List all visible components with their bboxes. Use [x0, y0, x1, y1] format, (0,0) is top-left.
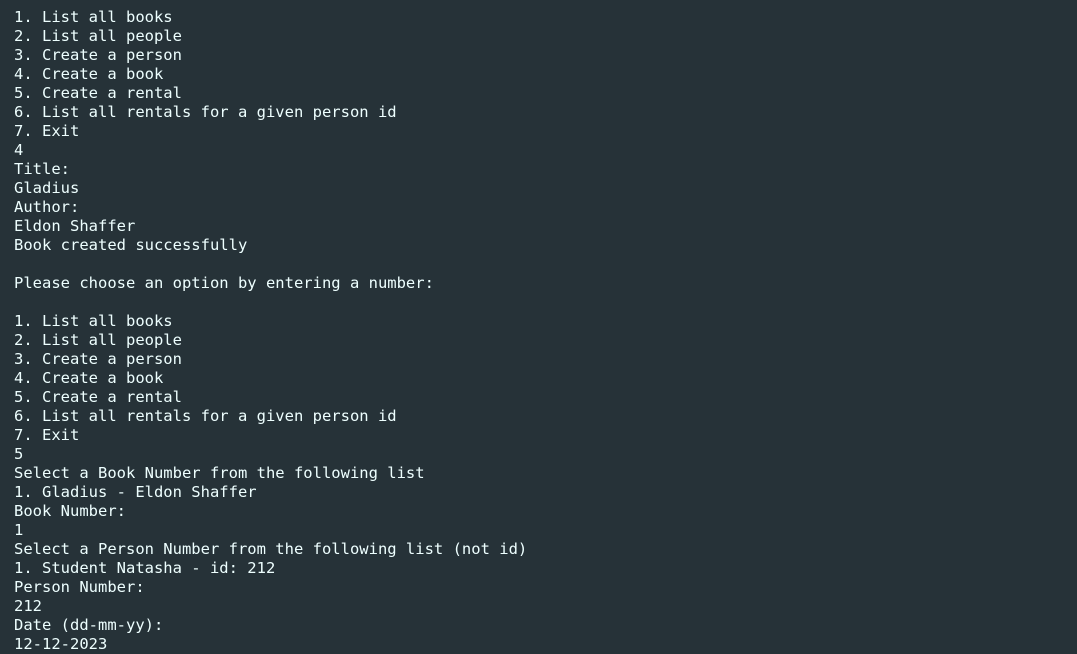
menu-item-list-books: 1. List all books — [14, 8, 173, 26]
menu-item-create-person: 3. Create a person — [14, 350, 182, 368]
menu-item-exit: 7. Exit — [14, 122, 80, 140]
user-input: Eldon Shaffer — [14, 217, 136, 235]
menu-item-list-books: 1. List all books — [14, 312, 173, 330]
prompt-date: Date (dd-mm-yy): — [14, 616, 164, 634]
user-input: 5 — [14, 445, 24, 463]
book-list-item: 1. Gladius - Eldon Shaffer — [14, 483, 257, 501]
menu-item-list-rentals: 6. List all rentals for a given person i… — [14, 103, 397, 121]
user-input: 212 — [14, 597, 42, 615]
menu-item-list-people: 2. List all people — [14, 331, 182, 349]
menu-item-create-book: 4. Create a book — [14, 65, 164, 83]
prompt-person-number: Person Number: — [14, 578, 145, 596]
menu-item-exit: 7. Exit — [14, 426, 80, 444]
prompt-title: Title: — [14, 160, 70, 178]
prompt-book-number: Book Number: — [14, 502, 126, 520]
menu-item-list-rentals: 6. List all rentals for a given person i… — [14, 407, 397, 425]
menu-prompt: Please choose an option by entering a nu… — [14, 274, 434, 292]
menu-item-create-book: 4. Create a book — [14, 369, 164, 387]
user-input: 4 — [14, 141, 24, 159]
prompt-select-person: Select a Person Number from the followin… — [14, 540, 528, 558]
terminal-output[interactable]: 1. List all books 2. List all people 3. … — [0, 0, 1077, 654]
menu-item-create-rental: 5. Create a rental — [14, 388, 182, 406]
user-input: Gladius — [14, 179, 80, 197]
prompt-select-book: Select a Book Number from the following … — [14, 464, 425, 482]
user-input: 12-12-2023 — [14, 635, 108, 653]
user-input: 1 — [14, 521, 24, 539]
prompt-author: Author: — [14, 198, 80, 216]
menu-item-create-rental: 5. Create a rental — [14, 84, 182, 102]
status-message: Book created successfully — [14, 236, 248, 254]
menu-item-create-person: 3. Create a person — [14, 46, 182, 64]
menu-item-list-people: 2. List all people — [14, 27, 182, 45]
person-list-item: 1. Student Natasha - id: 212 — [14, 559, 276, 577]
